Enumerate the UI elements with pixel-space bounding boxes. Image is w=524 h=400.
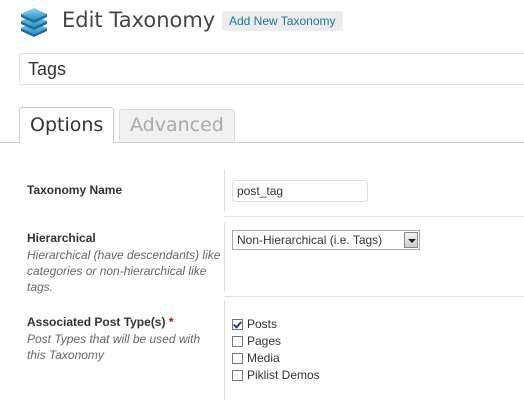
media-label: Media [247,351,280,365]
post-types-label-text: Associated Post Type(s) [27,315,166,329]
dropdown-arrow-icon[interactable] [404,232,418,248]
taxonomy-title-input[interactable]: Tags [19,53,524,85]
hierarchical-selected-value: Non-Hierarchical (i.e. Tags) [237,233,383,247]
posts-label: Posts [247,317,278,331]
field-divider [224,222,225,292]
piklist-demos-label: Piklist Demos [247,368,320,382]
tab-advanced[interactable]: Advanced [119,109,235,142]
stacked-layers-icon [19,6,49,38]
post-type-option-media[interactable]: Media [232,350,280,366]
pages-checkbox[interactable] [232,336,243,347]
add-new-taxonomy-button[interactable]: Add New Taxonomy [222,11,343,31]
row-divider [224,216,524,217]
hierarchical-label: Hierarchical [27,231,96,245]
post-type-option-pages[interactable]: Pages [232,333,281,349]
required-marker: * [168,315,174,329]
pages-label: Pages [247,334,282,348]
post-types-label: Associated Post Type(s) * [27,315,174,329]
taxonomy-name-input[interactable]: post_tag [232,180,368,202]
tab-options[interactable]: Options [19,107,115,143]
post-types-description: Post Types that will be used with this T… [27,332,201,362]
field-divider [224,300,225,400]
post-type-option-posts[interactable]: Posts [232,316,277,332]
posts-checkbox[interactable] [232,319,243,330]
taxonomy-name-label: Taxonomy Name [27,183,123,197]
hierarchical-select[interactable]: Non-Hierarchical (i.e. Tags) [232,230,420,250]
page-title: Edit Taxonomy [62,8,216,32]
field-divider [224,170,225,212]
piklist-demos-checkbox[interactable] [232,370,243,381]
post-type-option-piklist-demos[interactable]: Piklist Demos [232,367,320,383]
hierarchical-description: Hierarchical (have descendants) like cat… [27,248,221,294]
row-divider [224,296,524,297]
media-checkbox[interactable] [232,353,243,364]
